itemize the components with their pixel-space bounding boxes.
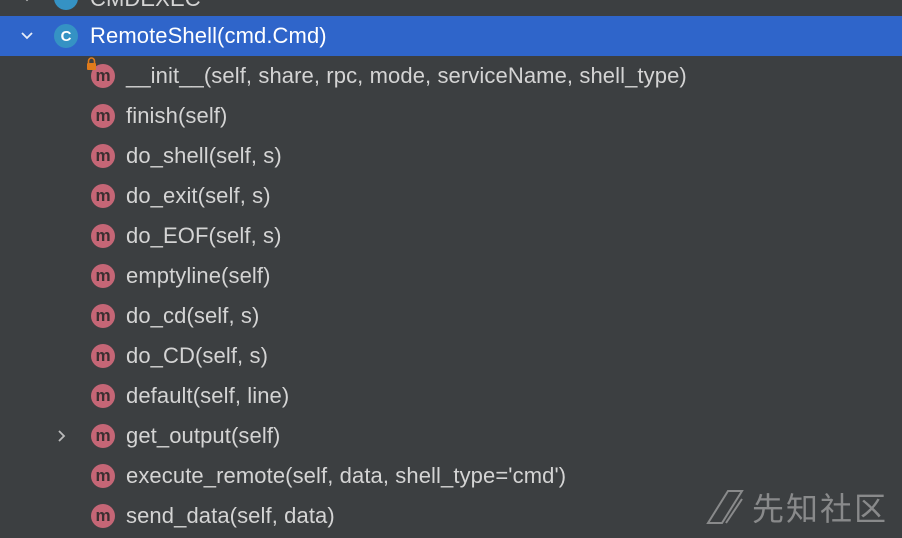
method-icon: m [91,264,115,288]
method-label: finish(self) [126,103,228,128]
tree-row-method[interactable]: m __init__(self, share, rpc, mode, servi… [0,56,902,96]
tree-row-method[interactable]: m do_exit(self, s) [0,176,902,216]
tree-row-method[interactable]: m do_EOF(self, s) [0,216,902,256]
method-label: execute_remote(self, data, shell_type='c… [126,463,567,488]
method-icon: m [91,144,115,168]
method-icon: m [91,344,115,368]
method-label: send_data(self, data) [126,503,335,528]
method-label: do_shell(self, s) [126,143,282,168]
method-icon: m [91,304,115,328]
watermark-text: 先知社区 [751,490,888,528]
tree-row-method[interactable]: m do_shell(self, s) [0,136,902,176]
tree-row-method[interactable]: m default(self, line) [0,376,902,416]
method-icon: m [91,424,115,448]
lock-icon [87,57,96,70]
method-icon: m [91,224,115,248]
method-icon: m [91,184,115,208]
method-icon: m [91,104,115,128]
class-label: RemoteShell(cmd.Cmd) [90,23,327,48]
class-icon [54,0,78,10]
chevron-right-icon[interactable] [55,429,69,443]
tree-row-method[interactable]: m finish(self) [0,96,902,136]
structure-tree: CMDEXEC C RemoteShell(cmd.Cmd) m __init_… [0,0,902,538]
method-icon: m [91,504,115,528]
method-icon: m [91,464,115,488]
tree-row-class[interactable]: C RemoteShell(cmd.Cmd) [0,16,902,56]
method-icon: m [91,384,115,408]
method-label: __init__(self, share, rpc, mode, service… [126,63,687,88]
tree-row-method[interactable]: m emptyline(self) [0,256,902,296]
tree-row-method[interactable]: m do_CD(self, s) [0,336,902,376]
tree-row-label: CMDEXEC [90,0,201,12]
watermark: 先知社区 [706,484,888,530]
method-label: do_exit(self, s) [126,183,271,208]
method-label: emptyline(self) [126,263,271,288]
chevron-down-icon[interactable] [20,0,34,5]
class-icon: C [54,24,78,48]
method-label: do_cd(self, s) [126,303,260,328]
method-label: do_EOF(self, s) [126,223,282,248]
method-label: do_CD(self, s) [126,343,268,368]
method-label: default(self, line) [126,383,290,408]
tree-row-method[interactable]: m get_output(self) [0,416,902,456]
method-label: get_output(self) [126,423,281,448]
chevron-down-icon[interactable] [20,29,34,43]
watermark-logo-icon [706,490,744,524]
tree-row-method[interactable]: m do_cd(self, s) [0,296,902,336]
